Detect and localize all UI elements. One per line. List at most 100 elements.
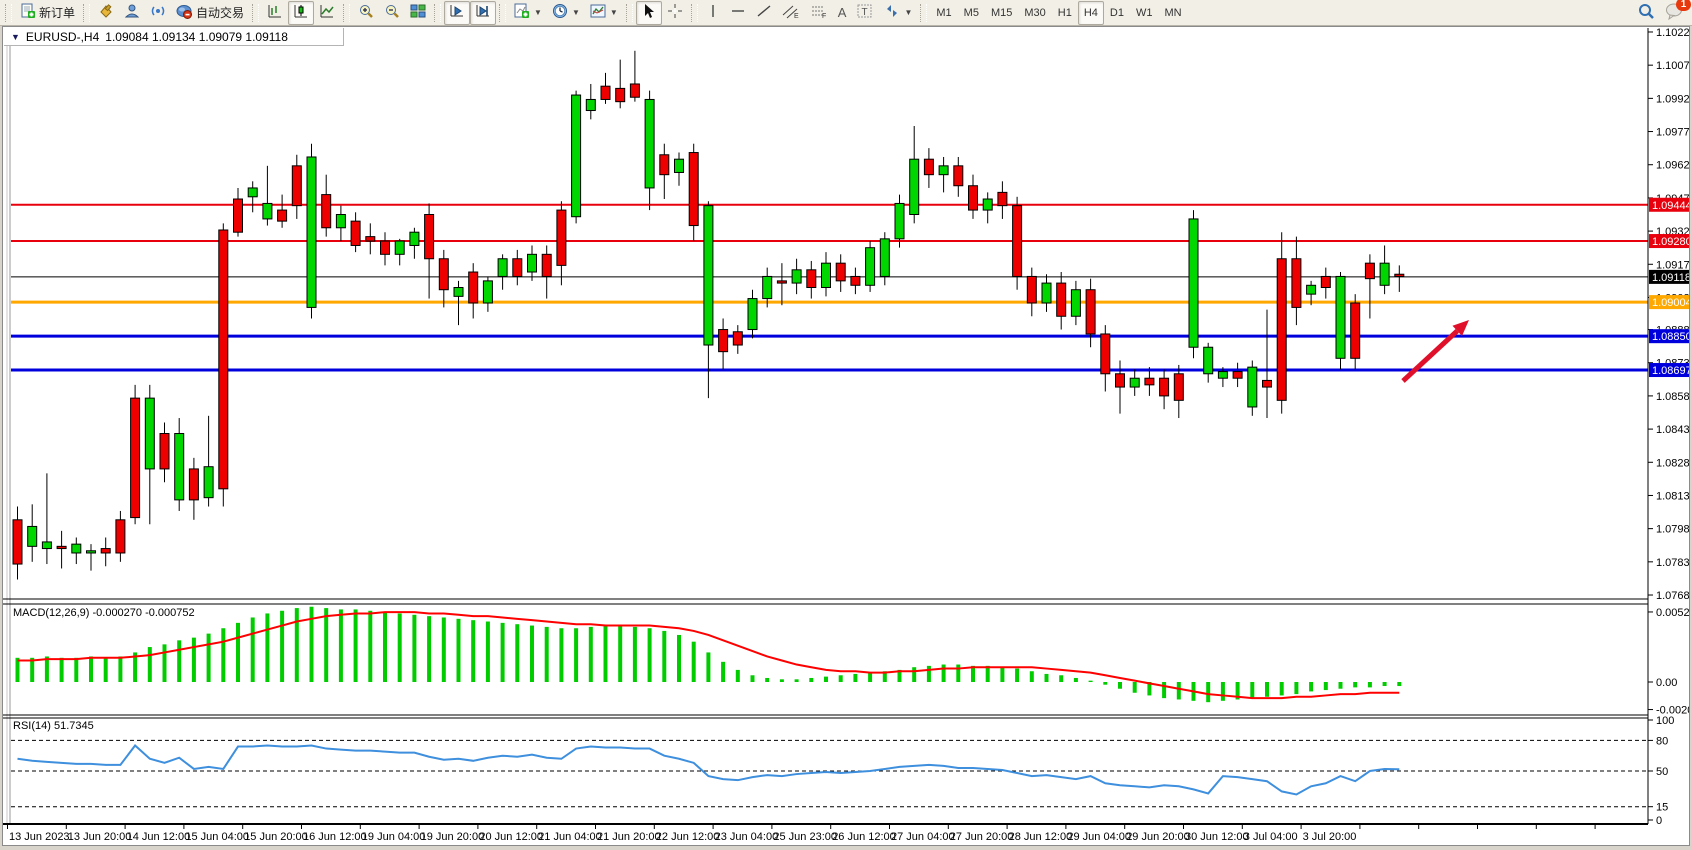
fibonacci-tool-button[interactable]: F <box>805 1 833 25</box>
chart-title-bar[interactable]: ▼ EURUSD-,H4 1.09084 1.09134 1.09079 1.0… <box>4 28 344 46</box>
dropdown-caret-icon: ▼ <box>904 8 912 17</box>
svg-text:27 Jun 20:00: 27 Jun 20:00 <box>950 831 1014 843</box>
timeframe-mn-button[interactable]: MN <box>1158 1 1187 25</box>
channel-icon: E <box>782 3 800 22</box>
svg-text:F: F <box>822 13 826 19</box>
svg-text:3 Jul 20:00: 3 Jul 20:00 <box>1303 831 1357 843</box>
templates-button[interactable]: ▼ <box>585 1 623 25</box>
svg-text:1.07680: 1.07680 <box>1656 590 1689 602</box>
zoom-in-button[interactable] <box>353 1 379 25</box>
svg-text:15: 15 <box>1656 802 1668 814</box>
svg-text:1.10075: 1.10075 <box>1656 60 1689 72</box>
new-order-button[interactable]: 新订单 <box>15 1 80 25</box>
svg-text:30 Jun 12:00: 30 Jun 12:00 <box>1185 831 1249 843</box>
svg-text:1.08580: 1.08580 <box>1656 391 1689 403</box>
svg-text:0: 0 <box>1656 815 1662 827</box>
signal-icon <box>150 3 166 22</box>
toolbar-grip <box>691 4 698 22</box>
svg-text:1.08130: 1.08130 <box>1656 490 1689 502</box>
crosshair-icon <box>667 3 683 22</box>
line-chart-button[interactable] <box>314 1 340 25</box>
trendline-icon <box>756 3 772 22</box>
price-chart-canvas[interactable]: 1.102251.100751.099251.097751.096251.094… <box>3 27 1689 845</box>
equidistant-channel-tool-button[interactable]: E <box>777 1 805 25</box>
arrows-tool-button[interactable]: ▼ <box>879 1 917 25</box>
styler-button[interactable] <box>93 1 119 25</box>
svg-text:21 Jun 04:00: 21 Jun 04:00 <box>538 831 602 843</box>
chart-shift-icon <box>475 3 491 22</box>
tile-windows-button[interactable] <box>405 1 431 25</box>
svg-text:1.09444: 1.09444 <box>1652 200 1689 212</box>
svg-text:1.08280: 1.08280 <box>1656 457 1689 469</box>
svg-text:26 Jun 12:00: 26 Jun 12:00 <box>832 831 896 843</box>
arrows-icon <box>884 3 900 22</box>
price-chart[interactable]: 1.102251.100751.099251.097751.096251.094… <box>3 27 1689 845</box>
svg-text:20 Jun 12:00: 20 Jun 12:00 <box>479 831 543 843</box>
text-tool-button[interactable]: A <box>833 1 852 25</box>
line-chart-icon <box>319 3 335 22</box>
notifications-button[interactable]: 1 <box>1665 2 1684 25</box>
svg-text:25 Jun 23:00: 25 Jun 23:00 <box>773 831 837 843</box>
candlestick-chart-button[interactable] <box>288 1 314 25</box>
new-order-icon <box>20 3 36 22</box>
profile-icon <box>124 3 140 22</box>
trendline-tool-button[interactable] <box>751 1 777 25</box>
macd-indicator-label: MACD(12,26,9) -0.000270 -0.000752 <box>13 607 195 619</box>
svg-text:1.09175: 1.09175 <box>1656 259 1689 271</box>
clock-icon <box>552 3 568 22</box>
horizontal-line-icon <box>730 3 746 22</box>
toolbar-grip <box>5 4 12 22</box>
cursor-button[interactable] <box>636 1 662 25</box>
svg-text:1.09925: 1.09925 <box>1656 93 1689 105</box>
svg-text:50: 50 <box>1656 766 1668 778</box>
zoom-out-icon <box>384 3 400 22</box>
chart-shift-button[interactable] <box>470 1 496 25</box>
timeframe-w1-button[interactable]: W1 <box>1130 1 1159 25</box>
autotrading-button[interactable]: 自动交易 <box>171 1 249 25</box>
profile-button[interactable] <box>119 1 145 25</box>
fibonacci-icon: F <box>810 3 828 22</box>
timeframe-m1-button[interactable]: M1 <box>930 1 957 25</box>
template-icon <box>590 3 606 22</box>
crosshair-button[interactable] <box>662 1 688 25</box>
text-label-tool-button[interactable]: T <box>851 1 879 25</box>
svg-text:22 Jun 12:00: 22 Jun 12:00 <box>656 831 720 843</box>
add-indicator-button[interactable]: ▼ <box>509 1 547 25</box>
chart-window: ▼ EURUSD-,H4 1.09084 1.09134 1.09079 1.0… <box>2 26 1690 846</box>
timeframe-m15-button[interactable]: M15 <box>985 1 1018 25</box>
svg-text:3 Jul 04:00: 3 Jul 04:00 <box>1244 831 1298 843</box>
chart-ohlc-values: 1.09084 1.09134 1.09079 1.09118 <box>105 30 288 44</box>
candlestick-chart-icon <box>293 3 309 22</box>
svg-text:29 Jun 04:00: 29 Jun 04:00 <box>1067 831 1131 843</box>
notification-badge: 1 <box>1676 0 1691 11</box>
svg-text:T: T <box>862 7 868 18</box>
timeframe-h4-button[interactable]: H4 <box>1078 1 1104 25</box>
svg-text:0.005211: 0.005211 <box>1656 607 1689 619</box>
periods-button[interactable]: ▼ <box>547 1 585 25</box>
auto-scroll-button[interactable] <box>444 1 470 25</box>
zoom-out-button[interactable] <box>379 1 405 25</box>
svg-text:1.08430: 1.08430 <box>1656 424 1689 436</box>
vertical-line-tool-button[interactable] <box>701 1 725 25</box>
auto-scroll-icon <box>449 3 465 22</box>
symbol-dropdown-icon: ▼ <box>11 32 20 42</box>
svg-text:28 Jun 12:00: 28 Jun 12:00 <box>1009 831 1073 843</box>
svg-text:15 Jun 20:00: 15 Jun 20:00 <box>244 831 308 843</box>
timeframe-h1-button[interactable]: H1 <box>1052 1 1078 25</box>
bar-chart-button[interactable] <box>262 1 288 25</box>
toolbar-grip <box>499 4 506 22</box>
timeframe-m30-button[interactable]: M30 <box>1018 1 1051 25</box>
text-label-icon: T <box>856 3 874 22</box>
timeframe-m5-button[interactable]: M5 <box>958 1 985 25</box>
svg-text:21 Jun 20:00: 21 Jun 20:00 <box>597 831 661 843</box>
toolbar-grip <box>920 4 927 22</box>
autotrading-label: 自动交易 <box>196 4 244 21</box>
rsi-indicator-label: RSI(14) 51.7345 <box>13 720 94 732</box>
signals-button[interactable] <box>145 1 171 25</box>
horizontal-line-tool-button[interactable] <box>725 1 751 25</box>
zoom-in-icon <box>358 3 374 22</box>
svg-text:1.10225: 1.10225 <box>1656 27 1689 39</box>
svg-text:0.00: 0.00 <box>1656 677 1677 689</box>
search-icon[interactable] <box>1637 2 1655 25</box>
timeframe-d1-button[interactable]: D1 <box>1104 1 1130 25</box>
